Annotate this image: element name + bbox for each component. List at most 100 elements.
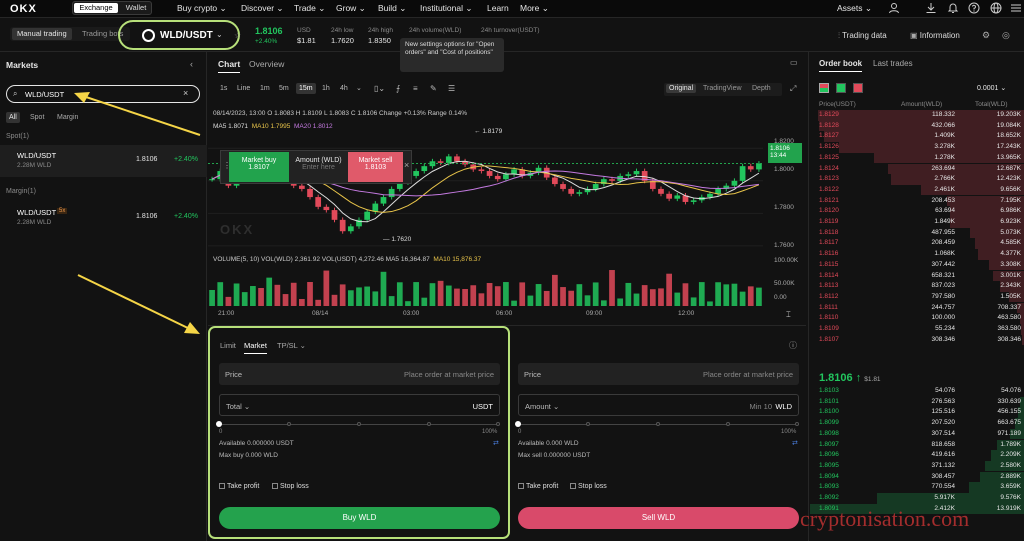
user-icon[interactable] <box>888 2 900 14</box>
wallet-toggle[interactable]: Wallet <box>121 3 151 13</box>
transfer-icon[interactable]: ⇄ <box>493 439 499 447</box>
tab-market[interactable]: Market <box>244 341 267 354</box>
tab-overview[interactable]: Overview <box>249 59 284 69</box>
order-book-row[interactable]: 1.8095 371.132 2.580K <box>809 460 1024 472</box>
nav-buy-crypto[interactable]: Buy crypto ⌄ <box>177 3 227 14</box>
buy-price-field[interactable]: Price Place order at market price <box>219 363 500 385</box>
menu-icon[interactable] <box>1010 2 1022 14</box>
tab-tpsl[interactable]: TP/SL ⌄ <box>277 341 306 350</box>
order-book-row[interactable]: 1.8118 487.955 5.073K <box>809 227 1024 239</box>
tab-last-trades[interactable]: Last trades <box>873 59 913 68</box>
stop-loss-checkbox[interactable]: Stop loss <box>570 483 607 490</box>
order-book-row[interactable]: 1.8116 1.068K 4.377K <box>809 249 1024 260</box>
book-view-both-icon[interactable] <box>819 83 829 93</box>
market-search-box[interactable]: ⌕ WLD/USDT × <box>6 85 200 103</box>
slider-step[interactable] <box>287 422 291 426</box>
manual-trading-tab[interactable]: Manual trading <box>12 28 72 40</box>
candle-type-icon[interactable]: ▯⌄ <box>374 84 385 93</box>
bell-icon[interactable] <box>947 2 959 14</box>
order-book-row[interactable]: 1.8114 658.321 3.001K <box>809 270 1024 282</box>
order-book-row[interactable]: 1.8128 432.066 19.084K <box>809 120 1024 132</box>
buy-total-field[interactable]: Total ⌄ USDT <box>219 394 500 416</box>
slider-step[interactable] <box>726 422 730 426</box>
close-icon[interactable]: × <box>404 160 409 170</box>
order-book-row[interactable]: 1.8109 55.234 363.580 <box>809 324 1024 335</box>
order-book-row[interactable]: 1.8121 208.453 7.195K <box>809 195 1024 207</box>
quick-amount-input[interactable]: Amount (WLD) Enter here <box>291 152 346 182</box>
tab-limit[interactable]: Limit <box>220 341 236 350</box>
order-book-row[interactable]: 1.8110 100.000 463.580 <box>809 313 1024 324</box>
order-book-row[interactable]: 1.8123 2.766K 12.423K <box>809 174 1024 185</box>
tab-all[interactable]: All <box>6 112 20 123</box>
precision-select[interactable]: 0.0001 ⌄ <box>977 84 1006 92</box>
slider-step[interactable] <box>795 422 799 426</box>
settings-list-icon[interactable]: ☰ <box>448 84 455 93</box>
nav-grow[interactable]: Grow ⌄ <box>336 3 366 14</box>
slider-step[interactable] <box>586 422 590 426</box>
order-book-row[interactable]: 1.8094 308.457 2.889K <box>809 471 1024 483</box>
expand-icon[interactable]: ▭ <box>790 58 798 67</box>
globe-icon[interactable] <box>990 2 1002 14</box>
nav-assets[interactable]: Assets ⌄ <box>837 3 872 14</box>
exchange-toggle[interactable]: Exchange <box>74 3 118 13</box>
tab-chart[interactable]: Chart <box>218 59 241 73</box>
order-book-row[interactable]: 1.8101 276.563 330.639 <box>809 396 1024 408</box>
view-original[interactable]: Original <box>666 84 697 93</box>
help-icon[interactable] <box>968 2 980 14</box>
order-book-row[interactable]: 1.8120 63.694 6.986K <box>809 206 1024 217</box>
interval-1m[interactable]: 1m <box>260 85 270 92</box>
nav-build[interactable]: Build ⌄ <box>378 3 406 14</box>
slider-step[interactable] <box>656 422 660 426</box>
market-buy-button[interactable]: Market buy 1.8107 <box>229 152 289 182</box>
market-row-spot[interactable]: WLD/USDT 2.28M WLD 1.8106 +2.40% <box>0 145 207 177</box>
scale-toggle-icon[interactable]: ⌶ <box>786 310 791 320</box>
sell-price-field[interactable]: Price Place order at market price <box>518 363 799 385</box>
nav-institutional[interactable]: Institutional ⌄ <box>420 3 472 14</box>
tab-margin[interactable]: Margin <box>57 114 78 121</box>
trading-data-button[interactable]: ⫶ Trading data <box>838 31 887 41</box>
view-depth[interactable]: Depth <box>752 85 771 92</box>
order-book-row[interactable]: 1.8107 308.346 308.346 <box>809 334 1024 346</box>
book-view-asks-icon[interactable] <box>853 83 863 93</box>
market-sell-button[interactable]: Market sell 1.8103 <box>348 152 403 182</box>
order-book-row[interactable]: 1.8126 3.278K 17.243K <box>809 142 1024 153</box>
interval-5m[interactable]: 5m <box>279 85 289 92</box>
favorite-icon[interactable]: ☆ <box>234 31 241 40</box>
info-icon[interactable]: ⓘ <box>789 340 797 351</box>
slider-step[interactable] <box>357 422 361 426</box>
nav-more[interactable]: More ⌄ <box>520 3 549 14</box>
order-book-row[interactable]: 1.8096 419.616 2.209K <box>809 450 1024 461</box>
sell-button[interactable]: Sell WLD <box>518 507 799 529</box>
total-selector[interactable]: Total ⌄ <box>226 402 250 411</box>
pair-selector[interactable]: WLD/USDT ⌄ <box>118 20 240 50</box>
nav-learn[interactable]: Learn <box>487 3 509 13</box>
order-book-row[interactable]: 1.8122 2.461K 9.656K <box>809 184 1024 196</box>
amount-selector[interactable]: Amount ⌄ <box>525 402 559 411</box>
interval-1h[interactable]: 1h <box>322 85 330 92</box>
order-book-row[interactable]: 1.8111 244.757 708.337 <box>809 302 1024 314</box>
take-profit-checkbox[interactable]: Take profit <box>518 483 558 490</box>
order-book-row[interactable]: 1.8112 797.580 1.505K <box>809 291 1024 303</box>
order-book-row[interactable]: 1.8097 818.658 1.789K <box>809 439 1024 451</box>
theme-icon[interactable]: ◎ <box>1002 30 1010 41</box>
take-profit-checkbox[interactable]: Take profit <box>219 483 259 490</box>
order-book-row[interactable]: 1.8113 837.023 2.343K <box>809 281 1024 292</box>
interval-15m[interactable]: 15m <box>296 83 316 94</box>
interval-line[interactable]: Line <box>237 85 250 92</box>
okx-logo[interactable]: OKX <box>10 3 37 15</box>
sell-slider[interactable] <box>515 420 799 430</box>
sell-amount-field[interactable]: Amount ⌄ Min 10 WLD <box>518 394 799 416</box>
order-book-row[interactable]: 1.8100 125.516 456.155 <box>809 407 1024 418</box>
slider-knob[interactable] <box>515 421 521 427</box>
order-book-row[interactable]: 1.8092 5.917K 9.576K <box>809 493 1024 504</box>
transfer-icon[interactable]: ⇄ <box>792 439 798 447</box>
interval-4h[interactable]: 4h <box>340 85 348 92</box>
order-book-row[interactable]: 1.8117 208.459 4.585K <box>809 238 1024 249</box>
book-view-bids-icon[interactable] <box>836 83 846 93</box>
more-intervals-icon[interactable]: ⌄ <box>356 84 362 92</box>
order-book-row[interactable]: 1.8093 770.554 3.659K <box>809 482 1024 493</box>
order-book-row[interactable]: 1.8103 54.076 54.076 <box>809 386 1024 397</box>
order-book-row[interactable]: 1.8125 1.278K 13.965K <box>809 152 1024 164</box>
nav-discover[interactable]: Discover ⌄ <box>241 3 284 14</box>
indicators-icon[interactable]: ⨍ <box>396 84 400 93</box>
